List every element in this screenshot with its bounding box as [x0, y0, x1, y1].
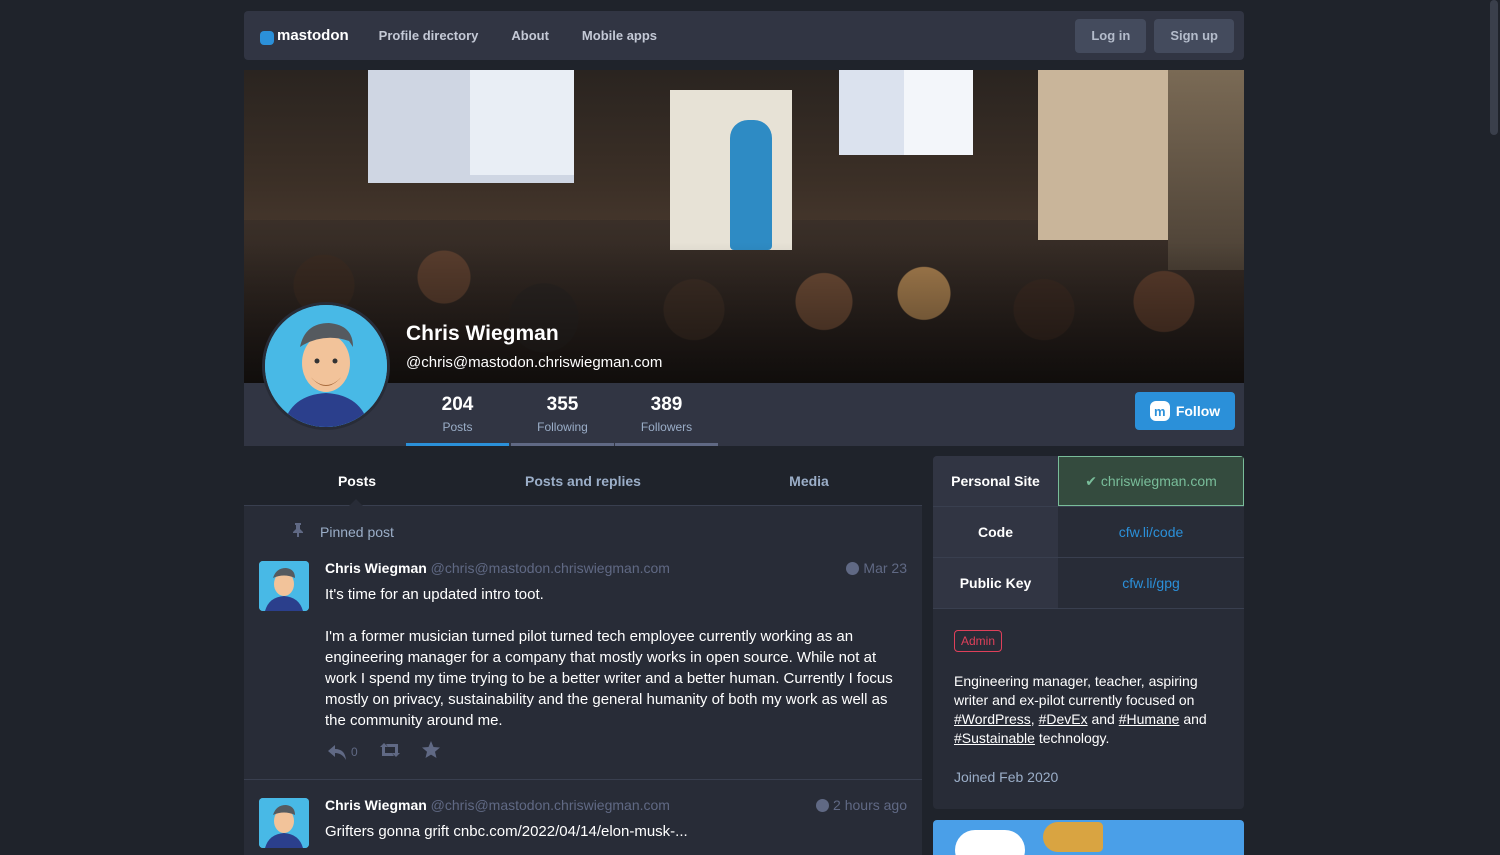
field-key: Code	[933, 507, 1058, 557]
stat-followers-count: 389	[650, 394, 683, 415]
mastodon-icon: m	[1149, 401, 1170, 421]
status-content-paragraph: I'm a former musician turned pilot turne…	[325, 628, 893, 729]
stat-posts-underline	[406, 443, 509, 446]
stat-following[interactable]: 355 Following	[511, 383, 614, 446]
admin-badge: Admin	[954, 630, 1003, 652]
bio-intro: Engineering manager, teacher, aspiring w…	[954, 673, 1198, 708]
status-divider	[244, 779, 922, 780]
timeline-column: Posts Posts and replies Media Pinned pos…	[244, 457, 922, 855]
profile-tabs: Posts Posts and replies Media	[244, 457, 922, 506]
follow-button-label: Follow	[1175, 403, 1221, 419]
hashtag-humane[interactable]: #Humane	[1119, 711, 1180, 727]
profile-sidebar: Personal Site ✔ chriswiegman.com Code cf…	[933, 456, 1244, 809]
tab-posts[interactable]: Posts	[244, 473, 470, 489]
reply-count: 0	[351, 745, 358, 759]
stat-posts-label: Posts	[442, 420, 473, 434]
pinned-post-label: Pinned post	[320, 523, 394, 540]
mastodon-logo[interactable]: mastodon	[260, 27, 349, 45]
status-author-acct[interactable]: @chris@mastodon.chriswiegman.com	[431, 797, 670, 813]
field-key: Personal Site	[933, 456, 1058, 506]
stat-followers[interactable]: 389 Followers	[615, 383, 718, 446]
stat-posts-count: 204	[441, 394, 474, 415]
boost-icon	[379, 743, 400, 757]
status-author-name[interactable]: Chris Wiegman	[325, 797, 427, 813]
stat-followers-label: Followers	[640, 420, 693, 434]
status-header: Chris Wiegman @chris@mastodon.chriswiegm…	[325, 797, 670, 813]
brand-name: mastodon	[277, 27, 349, 44]
profile-display-name: Chris Wiegman	[406, 322, 559, 345]
profile-field-public-key: Public Key cfw.li/gpg	[933, 558, 1244, 609]
hashtag-sustainable[interactable]: #Sustainable	[954, 730, 1035, 746]
profile-field-code: Code cfw.li/code	[933, 507, 1244, 558]
status-header: Chris Wiegman @chris@mastodon.chriswiegm…	[325, 560, 670, 576]
bio-and: and	[1091, 711, 1115, 727]
favourite-button[interactable]	[421, 741, 440, 763]
globe-icon	[816, 798, 830, 812]
star-icon	[421, 741, 440, 758]
stat-following-label: Following	[537, 420, 588, 434]
pin-icon	[292, 523, 304, 540]
profile-bio: Engineering manager, teacher, aspiring w…	[954, 672, 1229, 748]
hashtag-wordpress[interactable]: #WordPress	[954, 711, 1031, 727]
signup-button[interactable]: Sign up	[1154, 18, 1234, 53]
tab-media[interactable]: Media	[696, 473, 922, 489]
field-key: Public Key	[933, 558, 1058, 608]
profile-handle: @chris@mastodon.chriswiegman.com	[406, 354, 663, 371]
pinned-post-indicator: Pinned post	[292, 523, 394, 540]
status-content-line1: Grifters gonna grift cnbc.com/2022/04/14…	[325, 823, 688, 840]
status-content-line1: It's time for an updated intro toot.	[325, 586, 544, 603]
nav-mobile-apps[interactable]: Mobile apps	[582, 28, 657, 43]
status-author-acct[interactable]: @chris@mastodon.chriswiegman.com	[431, 560, 670, 576]
status-avatar[interactable]	[259, 561, 309, 611]
hashtag-devex[interactable]: #DevEx	[1039, 711, 1088, 727]
bio-outro: technology.	[1038, 730, 1110, 746]
stat-following-count: 355	[546, 394, 579, 415]
bio-separator: ,	[1030, 711, 1035, 727]
field-value-link[interactable]: cfw.li/code	[1058, 507, 1244, 557]
promo-horn	[1043, 822, 1103, 852]
login-button[interactable]: Log in	[1075, 18, 1147, 53]
profile-stats-bar: 204 Posts 355 Following 389 Followers m …	[244, 383, 1244, 446]
status-author-name[interactable]: Chris Wiegman	[325, 560, 427, 576]
scrollbar-thumb[interactable]	[1490, 0, 1498, 135]
promo-cloud	[955, 830, 1025, 855]
reply-icon	[328, 744, 346, 760]
joined-date: Joined Feb 2020	[954, 769, 1059, 785]
follow-button[interactable]: m Follow	[1135, 392, 1235, 430]
page-scrollbar[interactable]	[1488, 0, 1500, 855]
avatar-illustration	[265, 305, 387, 427]
globe-icon	[846, 561, 860, 575]
profile-header-image	[244, 70, 1244, 383]
profile-avatar	[262, 302, 390, 430]
boost-button[interactable]	[379, 742, 400, 762]
field-value-verified-link[interactable]: ✔ chriswiegman.com	[1058, 456, 1244, 506]
mastodon-logo-icon	[260, 30, 274, 45]
status-timestamp[interactable]: 2 hours ago	[816, 797, 907, 813]
status-time-text: 2 hours ago	[833, 797, 907, 813]
status-avatar[interactable]	[259, 798, 309, 848]
status-time-text: Mar 23	[863, 560, 907, 576]
bio-and: and	[1183, 711, 1207, 727]
top-navigation-bar: mastodon Profile directory About Mobile …	[244, 11, 1244, 60]
stat-following-underline	[511, 443, 614, 446]
app-promo-illustration[interactable]	[933, 820, 1244, 855]
field-value-link[interactable]: cfw.li/gpg	[1058, 558, 1244, 608]
header-shade	[244, 70, 1244, 383]
active-tab-caret	[349, 499, 363, 506]
stat-posts[interactable]: 204 Posts	[406, 383, 509, 446]
nav-about[interactable]: About	[511, 28, 549, 43]
status-timestamp[interactable]: Mar 23	[846, 560, 907, 576]
status-action-bar: 0	[328, 741, 440, 763]
reply-button[interactable]: 0	[328, 744, 358, 760]
nav-profile-directory[interactable]: Profile directory	[379, 28, 479, 43]
stat-followers-underline	[615, 443, 718, 446]
profile-field-personal-site: Personal Site ✔ chriswiegman.com	[933, 456, 1244, 507]
tab-posts-and-replies[interactable]: Posts and replies	[470, 473, 696, 489]
